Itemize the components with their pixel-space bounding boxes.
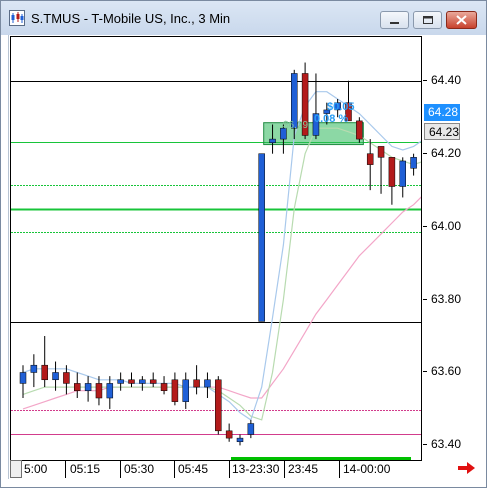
candle-body [106,383,114,399]
time-separator [65,461,66,478]
close-icon [456,15,467,25]
candle-body [225,430,233,439]
price-tick-label: 63.40 [431,437,462,452]
candle-body [410,157,417,169]
candle-body [182,379,189,402]
candle-body [258,153,265,322]
close-button[interactable] [446,11,477,29]
candlestick-chart [11,62,421,446]
candle-body [117,379,124,384]
time-separator [229,461,230,478]
price-tick-mark [423,152,427,154]
minimize-icon [390,22,399,24]
price-tick-label: 64.00 [431,218,462,233]
time-separator [284,461,285,478]
price-tick-mark [423,371,427,373]
time-label: 05:30 [124,462,155,476]
candle-body [63,372,70,384]
candle-body [41,364,48,381]
scroll-handle[interactable] [10,460,22,478]
window-title: S.TMUS - T-Mobile US, Inc., 3 Min [31,11,231,26]
time-separator [339,461,340,478]
candle-body [204,379,211,388]
candle-body [139,379,146,384]
candle-body [149,379,157,384]
candle-body [215,379,222,432]
price-chart-plot[interactable]: $0.05 0.08 % $6.29 [10,36,422,461]
candle-body [377,146,385,158]
time-label: 5:00 [24,462,48,476]
ma-mid-line [22,127,421,421]
time-axis[interactable]: 05:15 05:30 05:45 13-23:30 23:45 14-00:0… [10,457,422,478]
candle-body [366,153,374,165]
chart-app-icon [9,10,25,26]
candle-body [128,379,135,384]
candle-body [74,383,81,391]
position-pl-faint: $6.29 [283,120,309,131]
maximize-button[interactable] [413,11,442,29]
candle-body [160,383,168,391]
time-label: 05:45 [178,462,209,476]
price-tick-label: 64.40 [431,72,462,87]
session-indicator [231,457,411,460]
ma-slow-line [22,196,421,410]
position-pl-dollar: $0.05 [327,101,355,113]
candle-body [236,437,244,443]
maximize-icon [423,16,433,24]
price-axis[interactable]: 64.40 64.20 64.00 63.80 63.60 63.40 64.28 64.… [423,36,483,461]
candle-body [399,160,406,187]
candle-body [19,372,27,384]
scroll-forward-arrow-icon[interactable] [457,461,477,475]
candle-body [193,379,200,388]
candle-body [84,383,92,391]
price-tick-label: 64.20 [431,145,462,160]
price-tick-mark [423,444,427,446]
time-label: 14-00:00 [343,462,391,476]
time-label: 05:15 [70,462,101,476]
last-price-tag: 64.28 [424,104,460,121]
price-tick-mark [423,298,427,300]
candle-body [388,157,396,187]
candle-body [52,372,59,381]
candle-body [171,379,179,402]
candle-body [356,120,363,140]
position-price-tag: 64.23 [424,123,460,140]
title-bar[interactable]: S.TMUS - T-Mobile US, Inc., 3 Min [1,1,486,35]
time-label: 23:45 [288,462,319,476]
time-separator [120,461,121,478]
time-separator [174,461,175,478]
price-tick-label: 63.80 [431,291,462,306]
position-pl-percent: 0.08 % [314,113,349,125]
time-label: 13-23:30 [232,462,280,476]
minimize-button[interactable] [380,11,409,29]
price-tick-label: 63.60 [431,364,462,379]
candle-body [247,423,255,435]
price-tick-mark [423,225,427,227]
price-tick-mark [423,79,427,81]
candle-body [269,138,276,143]
candle-body [95,383,103,399]
candle-body [30,364,38,373]
